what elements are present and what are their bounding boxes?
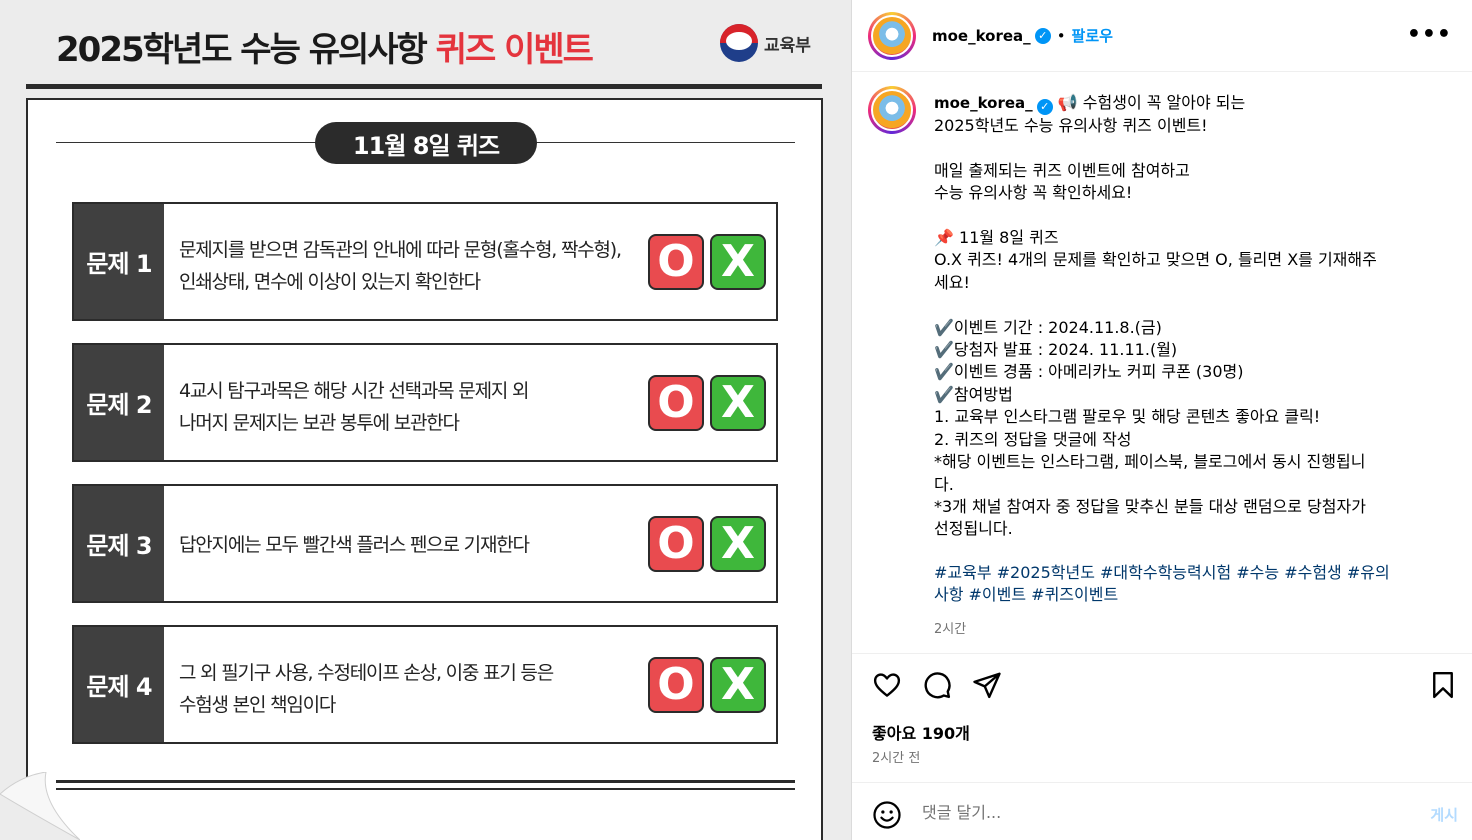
ox-choices: O X (648, 345, 776, 460)
post-image[interactable]: 2025학년도 수능 유의사항 퀴즈 이벤트 교육부 11월 8일 퀴즈 문제 … (0, 0, 851, 840)
x-mark: X (710, 515, 766, 572)
caption-avatar[interactable] (868, 86, 916, 134)
caption-line: 📌 11월 8일 퀴즈 (934, 228, 1059, 248)
x-mark: X (710, 233, 766, 290)
question-text-line: 인쇄상태, 면수에 이상이 있는지 확인한다 (179, 271, 481, 293)
sheet-bottom-rule (56, 788, 795, 790)
caption-line: ✔️참여방법 (934, 384, 1013, 404)
caption-line: 2025학년도 수능 유의사항 퀴즈 이벤트! (934, 116, 1208, 135)
caption-line: *3개 채널 참여자 중 정답을 맞추신 분들 대상 랜덤으로 당첨자가 (934, 496, 1366, 516)
quiz-question: 문제 1 문제지를 받으면 감독관의 안내에 따라 문형(홀수형, 짝수형), … (72, 202, 778, 321)
image-title-accent: 퀴즈 이벤트 (435, 30, 594, 70)
o-mark: O (648, 374, 704, 431)
separator-dot: • (1056, 26, 1066, 45)
hashtag-line[interactable]: #교육부 #2025학년도 #대학수학능력시험 #수능 #수험생 #유의 (934, 562, 1448, 584)
verified-badge-icon: ✓ (1034, 27, 1051, 44)
question-label: 문제 3 (74, 486, 164, 601)
question-label: 문제 4 (74, 627, 164, 742)
taegeuk-emblem-icon (720, 24, 758, 62)
comment-bubble-icon[interactable] (922, 670, 952, 700)
question-text: 답안지에는 모두 빨간색 플러스 펜으로 기재한다 (164, 486, 648, 601)
header-username[interactable]: moe_korea_ (932, 27, 1031, 45)
caption-line: 📢 수험생이 꼭 알아야 되는 (1057, 93, 1246, 112)
caption-line: 매일 출제되는 퀴즈 이벤트에 참여하고 (934, 160, 1190, 180)
post-timestamp: 2시간 전 (872, 751, 921, 766)
image-title: 2025학년도 수능 유의사항 퀴즈 이벤트 (56, 22, 594, 71)
caption-line: ✔️당첨자 발표 : 2024. 11.11.(월) (934, 340, 1178, 360)
emoji-smiley-icon[interactable] (872, 800, 902, 830)
caption-line: *해당 이벤트는 인스타그램, 페이스북, 블로그에서 동시 진행됩니 (934, 452, 1366, 472)
quiz-sheet: 11월 8일 퀴즈 문제 1 문제지를 받으면 감독관의 안내에 따라 문형(홀… (26, 98, 823, 840)
caption-text: moe_korea_ ✓ 📢 수험생이 꼭 알아야 되는 2025학년도 수능 유… (934, 92, 1448, 541)
post-side-panel: moe_korea_ ✓ • 팔로우 ••• moe_korea_ ✓ 📢 수험생… (851, 0, 1472, 840)
sheet-bottom-rule (56, 780, 795, 783)
hashtag-list[interactable]: #교육부 #2025학년도 #대학수학능력시험 #수능 #수험생 #유의 사항 … (934, 562, 1448, 607)
comment-input[interactable] (922, 803, 1402, 822)
caption-line: 2. 퀴즈의 정답을 댓글에 작성 (934, 429, 1132, 449)
question-text-line: 답안지에는 모두 빨간색 플러스 펜으로 기재한다 (179, 534, 530, 556)
ox-choices: O X (648, 204, 776, 319)
share-send-icon[interactable] (972, 670, 1002, 700)
ministry-logo: 교육부 (720, 24, 811, 62)
o-mark: O (648, 233, 704, 290)
bookmark-save-icon[interactable] (1428, 670, 1458, 700)
caption-line: 세요! (934, 272, 970, 292)
avatar[interactable] (868, 11, 916, 60)
follow-button[interactable]: 팔로우 (1072, 25, 1113, 46)
caption-line: ✔️이벤트 기간 : 2024.11.8.(금) (934, 317, 1162, 337)
o-mark: O (648, 515, 704, 572)
quiz-question: 문제 2 4교시 탐구과목은 해당 시간 선택과목 문제지 외 나머지 문제지는… (72, 343, 778, 462)
x-mark: X (710, 656, 766, 713)
question-text: 4교시 탐구과목은 해당 시간 선택과목 문제지 외 나머지 문제지는 보관 봉… (164, 345, 648, 460)
caption-line: 1. 교육부 인스타그램 팔로우 및 해당 콘텐츠 좋아요 클릭! (934, 407, 1321, 427)
ox-choices: O X (648, 486, 776, 601)
more-options-icon[interactable]: ••• (1407, 22, 1452, 47)
question-text-line: 4교시 탐구과목은 해당 시간 선택과목 문제지 외 (179, 380, 529, 402)
caption-line: 수능 유의사항 꼭 확인하세요! (934, 183, 1133, 203)
question-text: 문제지를 받으면 감독관의 안내에 따라 문형(홀수형, 짝수형), 인쇄상태,… (164, 204, 648, 319)
comment-bar: 게시 (872, 800, 1462, 832)
quiz-date-pill: 11월 8일 퀴즈 (315, 122, 537, 164)
question-text-line: 문제지를 받으면 감독관의 안내에 따라 문형(홀수형, 짝수형), (179, 239, 622, 261)
question-text-line: 수험생 본인 책임이다 (179, 694, 336, 716)
action-bar (872, 670, 1453, 702)
post-header: moe_korea_ ✓ • 팔로우 ••• (852, 0, 1472, 72)
divider (852, 653, 1472, 654)
title-rule (26, 84, 822, 89)
quiz-question: 문제 3 답안지에는 모두 빨간색 플러스 펜으로 기재한다 O X (72, 484, 778, 603)
question-text: 그 외 필기구 사용, 수정테이프 손상, 이중 표기 등은 수험생 본인 책임… (164, 627, 648, 742)
divider (852, 782, 1472, 783)
caption-line: O.X 퀴즈! 4개의 문제를 확인하고 맞으면 O, 틀리면 X를 기재해주 (934, 250, 1377, 270)
caption-line: 다. (934, 474, 954, 494)
question-label: 문제 1 (74, 204, 164, 319)
image-title-main: 2025학년도 수능 유의사항 (56, 30, 436, 70)
ox-choices: O X (648, 627, 776, 742)
hashtag-line[interactable]: 사항 #이벤트 #퀴즈이벤트 (934, 584, 1448, 606)
question-text-line: 나머지 문제지는 보관 봉투에 보관한다 (179, 412, 460, 434)
x-mark: X (710, 374, 766, 431)
post-comment-button[interactable]: 게시 (1430, 804, 1458, 825)
like-count[interactable]: 좋아요 190개 (872, 720, 970, 744)
caption-username[interactable]: moe_korea_ (934, 94, 1033, 112)
quiz-question: 문제 4 그 외 필기구 사용, 수정테이프 손상, 이중 표기 등은 수험생 … (72, 625, 778, 744)
page-curl-decoration (0, 772, 80, 840)
caption-line: 선정됩니다. (934, 519, 1013, 539)
caption-line: ✔️이벤트 경품 : 아메리카노 커피 쿠폰 (30명) (934, 362, 1244, 382)
ministry-name: 교육부 (764, 35, 811, 56)
o-mark: O (648, 656, 704, 713)
question-text-line: 그 외 필기구 사용, 수정테이프 손상, 이중 표기 등은 (179, 662, 554, 684)
verified-badge-icon: ✓ (1036, 99, 1053, 115)
like-heart-icon[interactable] (872, 670, 902, 700)
question-label: 문제 2 (74, 345, 164, 460)
caption-timestamp: 2시간 (934, 622, 967, 637)
